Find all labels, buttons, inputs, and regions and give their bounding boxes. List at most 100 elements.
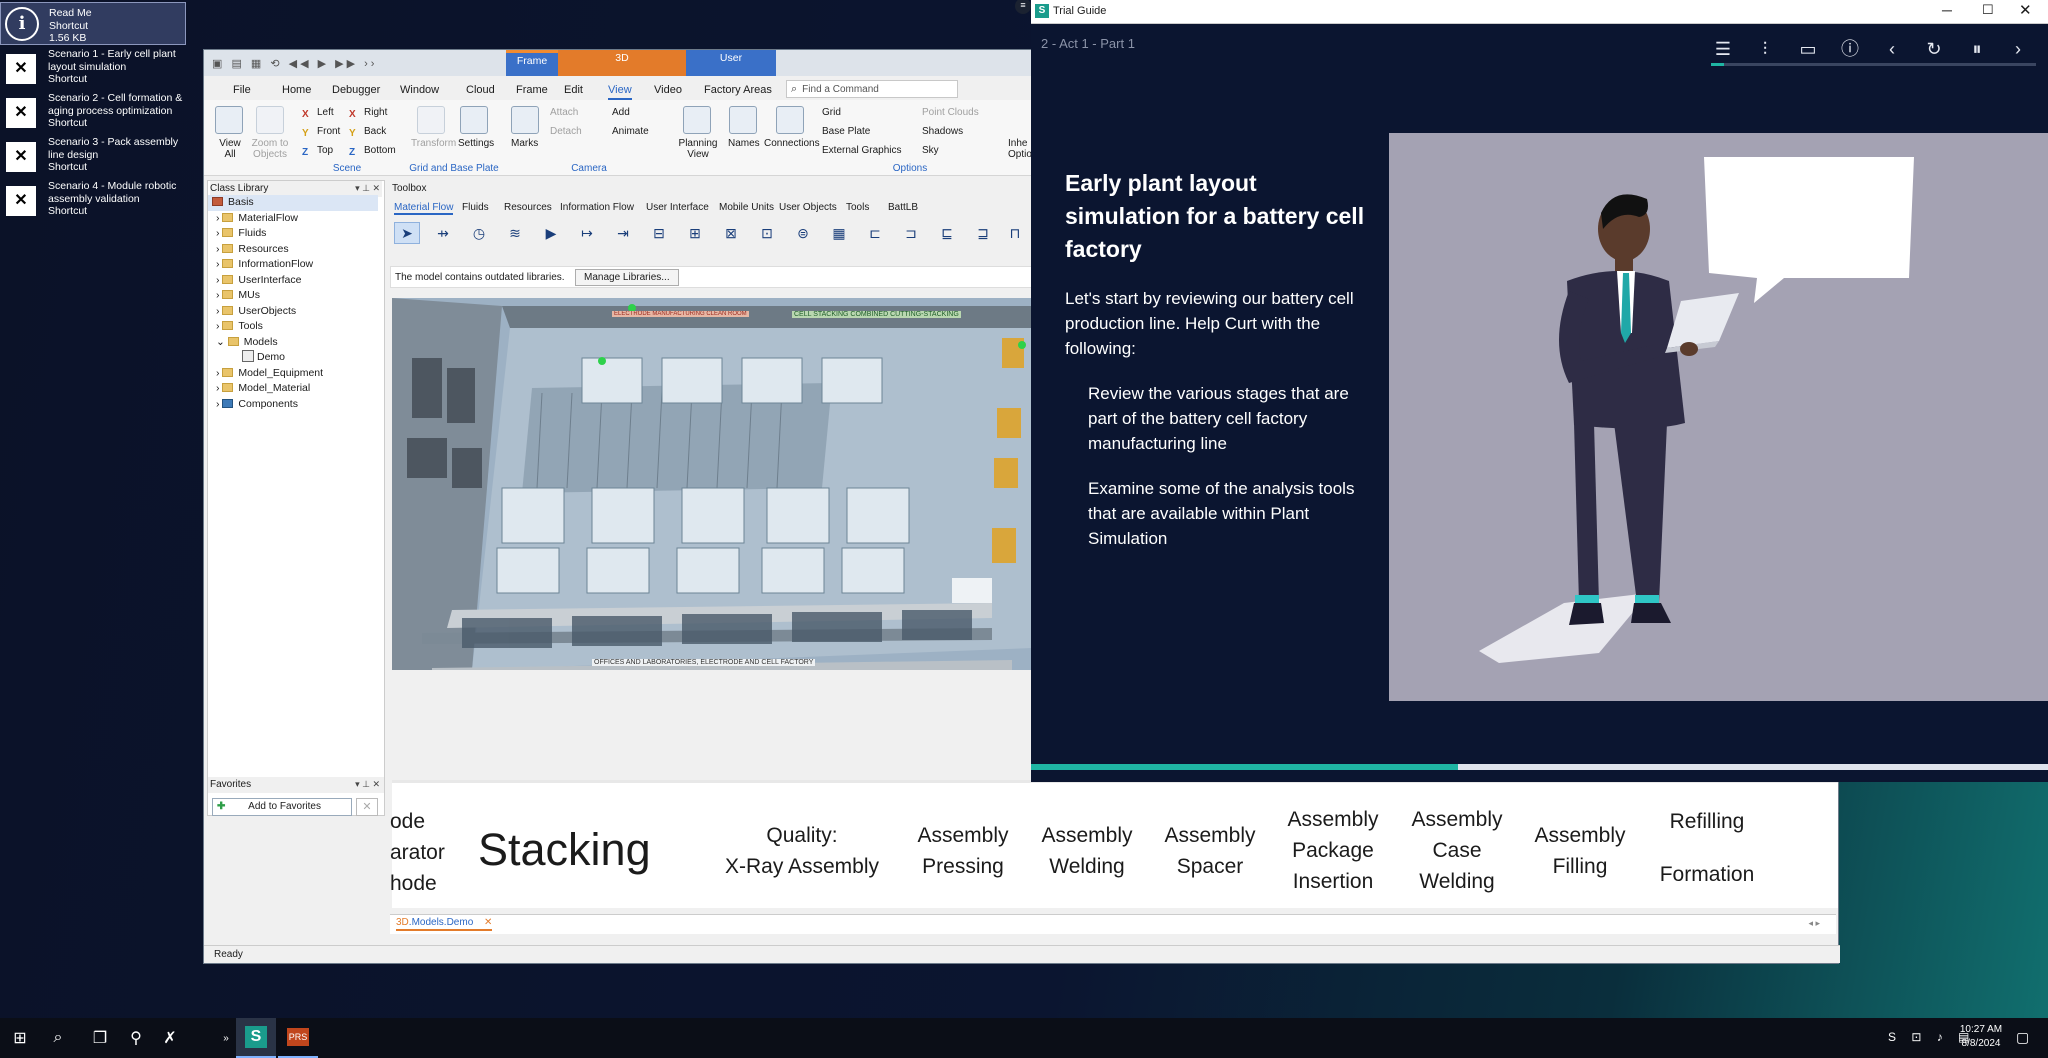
attach-button[interactable]: Attach [550, 107, 578, 118]
close-icon[interactable]: ✕ [2019, 1, 2032, 19]
shadows-toggle[interactable]: Shadows [922, 126, 963, 137]
pause-icon[interactable]: ⏸ [1962, 36, 1992, 62]
source-icon[interactable]: ▶ [538, 222, 564, 244]
desktop-icon-readme[interactable]: i Read Me Shortcut 1.56 KB [0, 2, 186, 45]
view-left-button[interactable]: X Left [302, 107, 334, 121]
point-clouds-toggle[interactable]: Point Clouds [922, 107, 979, 118]
pointer-icon[interactable]: ➤ [394, 222, 420, 244]
track-icon[interactable]: ▦ [826, 222, 852, 244]
base-plate-toggle[interactable]: Base Plate [822, 126, 870, 137]
desktop-icon-scenario-3[interactable]: ✕ Scenario 3 - Pack assembly line design… [0, 136, 186, 178]
connections-button[interactable]: Connections [764, 138, 820, 149]
grid-toggle[interactable]: Grid [822, 107, 841, 118]
tree-item-materialflow[interactable]: › MaterialFlow [208, 211, 378, 227]
view-top-button[interactable]: Z Top [302, 145, 333, 159]
search-icon[interactable]: ⌕ [38, 1018, 78, 1058]
menu-tab-frame[interactable]: Frame [516, 84, 548, 96]
menu-tab-view[interactable]: View [608, 84, 632, 100]
planning-view-button[interactable]: Planning View [677, 138, 719, 160]
connector-icon[interactable]: ⇸ [430, 222, 456, 244]
view-all-button[interactable]: View All [215, 138, 245, 160]
cycle-icon[interactable]: ⊓ [1002, 222, 1028, 244]
view-back-button[interactable]: Y Back [349, 126, 386, 140]
desktop-icon-scenario-4[interactable]: ✕ Scenario 4 - Module robotic assembly v… [0, 180, 186, 222]
toolbox-tab-fluids[interactable]: Fluids [462, 202, 489, 213]
menu-tab-window[interactable]: Window [400, 84, 439, 96]
tree-item-fluids[interactable]: › Fluids [208, 226, 378, 242]
desktop-icon-scenario-1[interactable]: ✕ Scenario 1 - Early cell plant layout s… [0, 48, 186, 90]
tree-item-model-material[interactable]: › Model_Material [208, 381, 378, 397]
tree-item-resources[interactable]: › Resources [208, 242, 378, 258]
detach-button[interactable]: Detach [550, 126, 582, 137]
tree-item-mus[interactable]: › MUs [208, 288, 378, 304]
toolbox-tab-tools[interactable]: Tools [846, 202, 869, 213]
clock[interactable]: 10:27 AM 8/8/2024 [1949, 1023, 2013, 1051]
turntable-icon[interactable]: ⊏ [862, 222, 888, 244]
tree-item-tools[interactable]: › Tools [208, 319, 378, 335]
sky-toggle[interactable]: Sky [922, 145, 939, 156]
menu-tab-cloud[interactable]: Cloud [466, 84, 495, 96]
plant-simulation-taskbar-icon[interactable]: S [236, 1018, 276, 1058]
remove-favorite-icon[interactable]: ✕ [356, 798, 378, 816]
notes-icon[interactable]: ▭ [1793, 36, 1823, 62]
prev-icon[interactable]: ‹ [1877, 36, 1907, 62]
dismantle-icon[interactable]: ⊠ [718, 222, 744, 244]
command-search[interactable]: ⌕ Find a Command [786, 80, 958, 98]
tool-icon[interactable]: ✗ [150, 1018, 190, 1058]
tab-scroll-arrows-icon[interactable]: ◂ ▸ [1808, 918, 1820, 929]
doc-tab-models-demo[interactable]: 3D.Models.Demo ✕ [396, 917, 493, 931]
tree-item-informationflow[interactable]: › InformationFlow [208, 257, 378, 273]
settings-button[interactable]: Settings [458, 138, 494, 149]
buffer-icon[interactable]: ⊐ [898, 222, 924, 244]
line-icon[interactable]: ⊜ [790, 222, 816, 244]
menu-tab-video[interactable]: Video [654, 84, 682, 96]
notification-icon[interactable]: ▢ [2016, 1029, 2029, 1046]
toolbox-tab-information-flow[interactable]: Information Flow [560, 202, 634, 213]
presentation-taskbar-icon[interactable]: PRS [278, 1018, 318, 1058]
menu-tab-home[interactable]: Home [282, 84, 311, 96]
menu-tab-file[interactable]: File [233, 84, 251, 96]
tree-item-userinterface[interactable]: › UserInterface [208, 273, 378, 289]
menu-tab-factory-areas[interactable]: Factory Areas [704, 84, 772, 96]
single-proc-icon[interactable]: ⇥ [610, 222, 636, 244]
inherit-options-button[interactable]: Inhe Optio [1008, 138, 1032, 160]
tree-item-components[interactable]: › Components [208, 397, 378, 413]
drain-icon[interactable]: ↦ [574, 222, 600, 244]
marks-button[interactable]: Marks [511, 138, 538, 149]
menu-icon[interactable]: ☰ [1708, 36, 1738, 62]
quick-access-toolbar[interactable]: ▣ ▤ ▦ ⟲ ◀◀ ▶ ▶▶ ›› [212, 57, 377, 70]
hamburger-icon[interactable]: ≡ [1015, 0, 1031, 14]
toolbox-tab-user-objects[interactable]: User Objects [779, 202, 837, 213]
view-right-button[interactable]: X Right [349, 107, 387, 121]
parallel-proc-icon[interactable]: ⊟ [646, 222, 672, 244]
manage-libraries-button[interactable]: Manage Libraries... [575, 269, 679, 286]
external-graphics-toggle[interactable]: External Graphics [822, 145, 901, 156]
windows-start-icon[interactable]: ⊞ [0, 1018, 40, 1058]
3d-view[interactable]: CELL STACKING COMBINED CUTTING-STACKING … [392, 298, 1032, 670]
toolbox-tab-battlb[interactable]: BattLB [888, 202, 918, 213]
toolbox-tab-user-interface[interactable]: User Interface [646, 202, 709, 213]
view-front-button[interactable]: Y Front [302, 126, 340, 140]
store-icon[interactable]: ⊑ [934, 222, 960, 244]
sorter-icon[interactable]: ⊒ [970, 222, 996, 244]
toolbox-tab-material-flow[interactable]: Material Flow [394, 202, 454, 215]
menu-tab-debugger[interactable]: Debugger [332, 84, 380, 96]
tree-item-userobjects[interactable]: › UserObjects [208, 304, 378, 320]
view-bottom-button[interactable]: Z Bottom [349, 145, 396, 159]
help-icon[interactable]: ⓘ [1835, 36, 1865, 62]
close-tab-icon[interactable]: ✕ [484, 917, 492, 928]
desktop-icon-scenario-2[interactable]: ✕ Scenario 2 - Cell formation & aging pr… [0, 92, 186, 134]
assembly-icon[interactable]: ⊞ [682, 222, 708, 244]
event-controller-icon[interactable]: ◷ [466, 222, 492, 244]
add-to-favorites-button[interactable]: ✚ Add to Favorites [212, 798, 352, 816]
transform-button[interactable]: Transform [411, 138, 456, 149]
toolbox-tab-mobile-units[interactable]: Mobile Units [719, 202, 774, 213]
menu-tab-edit[interactable]: Edit [564, 84, 583, 96]
sliders-icon[interactable]: ⫶ [1750, 36, 1780, 62]
tree-item-demo[interactable]: Demo [208, 350, 378, 366]
flow-control-icon[interactable]: ≋ [502, 222, 528, 244]
tree-item-models[interactable]: ⌄ Models [208, 335, 378, 351]
minimize-icon[interactable]: ─ [1942, 2, 1952, 18]
panel-controls-icon[interactable]: ▾ ⊥ ✕ [355, 779, 380, 790]
task-view-icon[interactable]: ❐ [80, 1018, 120, 1058]
